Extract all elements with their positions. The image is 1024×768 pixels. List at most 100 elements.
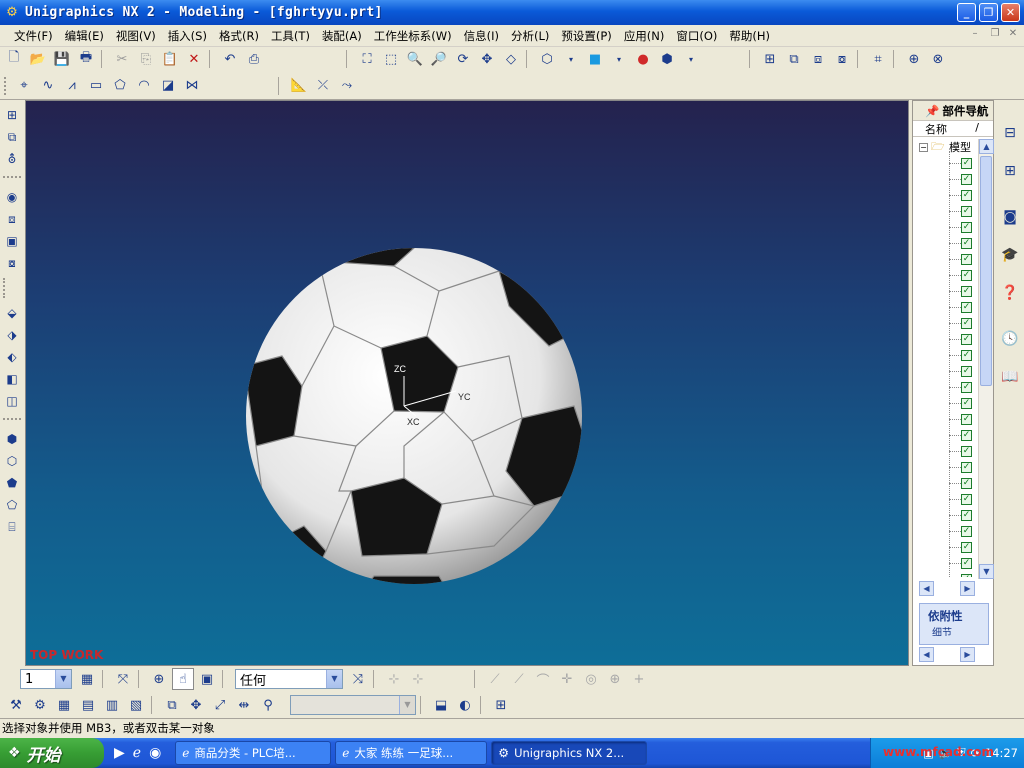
firefox-icon[interactable]: ◉ [149, 745, 161, 761]
shaded-cube-icon[interactable]: ⬢ [656, 48, 678, 70]
menu-file[interactable]: 文件(F) [8, 28, 59, 44]
column-header-name[interactable]: 名称 [925, 121, 947, 136]
rotate-icon[interactable]: ⟳ [452, 48, 474, 70]
zoom-in-out-icon[interactable]: 🔍 [404, 48, 426, 70]
taskbar-item[interactable]: ℯ 大家 练练 一足球... [335, 741, 488, 765]
tree-feature-row[interactable]: ✓ [913, 171, 979, 187]
tree-feature-row[interactable]: ✓ [913, 523, 979, 539]
boss-icon[interactable]: ⧈ [2, 209, 22, 229]
menu-analysis[interactable]: 分析(L) [505, 28, 555, 44]
tree-feature-row[interactable]: ✓ [913, 299, 979, 315]
scroll-right-icon[interactable]: ▶ [960, 647, 975, 662]
ie-browser-icon[interactable]: ℯ [133, 745, 141, 761]
help-icon[interactable]: ❓ [999, 280, 1021, 306]
mdi-restore-button[interactable]: ❐ [988, 28, 1002, 39]
polyline-icon[interactable]: ⩘ [61, 75, 83, 97]
shell-icon[interactable]: ⬗ [2, 325, 22, 345]
polygon-icon[interactable]: ⬠ [109, 75, 131, 97]
select-pointer-icon[interactable]: ☝ [172, 668, 194, 690]
wave-icon[interactable]: ⌗ [867, 48, 889, 70]
checkbox-icon[interactable]: ✓ [961, 269, 972, 281]
collapse-icon[interactable]: − [919, 142, 928, 152]
taskbar-item[interactable]: ℯ 商品分类 - PLC培... [175, 741, 332, 765]
tree-feature-row[interactable]: ✓ [913, 331, 979, 347]
component-icon[interactable]: ⧉ [783, 48, 805, 70]
menu-assemblies[interactable]: 装配(A) [316, 28, 368, 44]
checkbox-icon[interactable]: ✓ [961, 461, 972, 473]
reposition-icon[interactable]: ⧈ [807, 48, 829, 70]
tree-feature-row[interactable]: ✓ [913, 475, 979, 491]
sketch-icon[interactable]: ⊞ [2, 105, 22, 125]
checkbox-icon[interactable]: ✓ [961, 509, 972, 521]
mate-icon[interactable]: ⧇ [831, 48, 853, 70]
tree-feature-row[interactable]: ✓ [913, 187, 979, 203]
checkbox-icon[interactable]: ✓ [961, 445, 972, 457]
media-player-icon[interactable]: ▶ [114, 745, 125, 761]
display-mode-icon[interactable]: ■ [584, 48, 606, 70]
menu-edit[interactable]: 编辑(E) [59, 28, 110, 44]
checkbox-icon[interactable]: ✓ [961, 237, 972, 249]
checkbox-icon[interactable]: ✓ [961, 365, 972, 377]
revolve-icon[interactable]: ⛢ [2, 149, 22, 169]
scroll-thumb[interactable] [980, 156, 992, 386]
tree-feature-row[interactable]: ✓ [913, 251, 979, 267]
menu-insert[interactable]: 插入(S) [162, 28, 213, 44]
snap-grid-icon[interactable]: ⊞ [490, 694, 512, 716]
zoom-window-icon[interactable]: ⬚ [380, 48, 402, 70]
training-icon[interactable]: 🎓 [999, 242, 1021, 268]
checkbox-icon[interactable]: ✓ [961, 253, 972, 265]
tree-feature-row[interactable]: ✓ [913, 427, 979, 443]
checkbox-icon[interactable]: ✓ [961, 525, 972, 537]
cylinder-icon[interactable]: ◫ [2, 391, 22, 411]
spline-icon[interactable]: ∿ [37, 75, 59, 97]
chevron-down-icon[interactable]: ▼ [399, 696, 415, 714]
minimize-button[interactable]: _ [957, 3, 976, 22]
tree-feature-row[interactable]: ✓ [913, 571, 979, 577]
unite-icon[interactable]: ⬢ [2, 429, 22, 449]
show-icon[interactable]: ▥ [101, 694, 123, 716]
taskbar-item-active[interactable]: ⚙ Unigraphics NX 2... [491, 741, 648, 765]
tree-feature-row[interactable]: ✓ [913, 379, 979, 395]
object-display-icon[interactable]: ▦ [53, 694, 75, 716]
history-icon[interactable]: 🕓 [999, 326, 1021, 352]
checkbox-icon[interactable]: ✓ [961, 493, 972, 505]
mirror-icon[interactable]: ⇹ [233, 694, 255, 716]
copy-icon[interactable]: ⎘ [135, 48, 157, 70]
wcs-rotate-icon[interactable]: ◐ [454, 694, 476, 716]
menu-window[interactable]: 窗口(O) [670, 28, 723, 44]
assembly-navigator-icon[interactable]: ⊟ [999, 120, 1021, 146]
scroll-right-icon[interactable]: ▶ [960, 581, 975, 596]
fillet-icon[interactable]: ◠ [133, 75, 155, 97]
measure-icon[interactable]: 📐 [288, 75, 310, 97]
chevron-down-icon[interactable]: ▼ [55, 670, 71, 688]
orient-view-icon[interactable]: ⬡ [536, 48, 558, 70]
curve-edit-icon[interactable]: ⤫ [312, 75, 334, 97]
checkbox-icon[interactable]: ✓ [961, 541, 972, 553]
dependencies-label[interactable]: 依附性 [920, 604, 988, 624]
tree-feature-row[interactable]: ✓ [913, 283, 979, 299]
pan-icon[interactable]: ✥ [476, 48, 498, 70]
patch-icon[interactable]: ⌸ [2, 517, 22, 537]
wcs-origin-icon[interactable]: ⬓ [430, 694, 452, 716]
select-all-icon[interactable]: ▣ [196, 668, 218, 690]
chevron-down-icon[interactable]: ▼ [326, 670, 342, 688]
checkbox-icon[interactable]: ✓ [961, 413, 972, 425]
scale-icon[interactable]: ⤢ [209, 694, 231, 716]
measure-tool-icon[interactable]: ⚲ [257, 694, 279, 716]
checkbox-icon[interactable]: ✓ [961, 349, 972, 361]
tree-feature-row[interactable]: ✓ [913, 443, 979, 459]
tree-feature-row[interactable]: ✓ [913, 395, 979, 411]
intersect-icon[interactable]: ⬟ [2, 473, 22, 493]
tree-feature-row[interactable]: ✓ [913, 363, 979, 379]
draft-icon[interactable]: ⬖ [2, 347, 22, 367]
feature-parameters-icon[interactable]: ⚙ [29, 694, 51, 716]
chamfer-icon[interactable]: ◪ [157, 75, 179, 97]
web-browser-icon[interactable]: ◙ [999, 204, 1021, 230]
details-scrollbar[interactable]: ◀ ▶ [919, 647, 975, 662]
checkbox-icon[interactable]: ✓ [961, 173, 972, 185]
soccer-ball-model[interactable]: ZC YC XC [244, 246, 584, 586]
move-icon[interactable]: ✥ [185, 694, 207, 716]
delete-icon[interactable]: ✕ [183, 48, 205, 70]
analysis-icon[interactable]: ⊕ [903, 48, 925, 70]
dropdown-arrow-icon[interactable]: ▾ [608, 48, 630, 70]
